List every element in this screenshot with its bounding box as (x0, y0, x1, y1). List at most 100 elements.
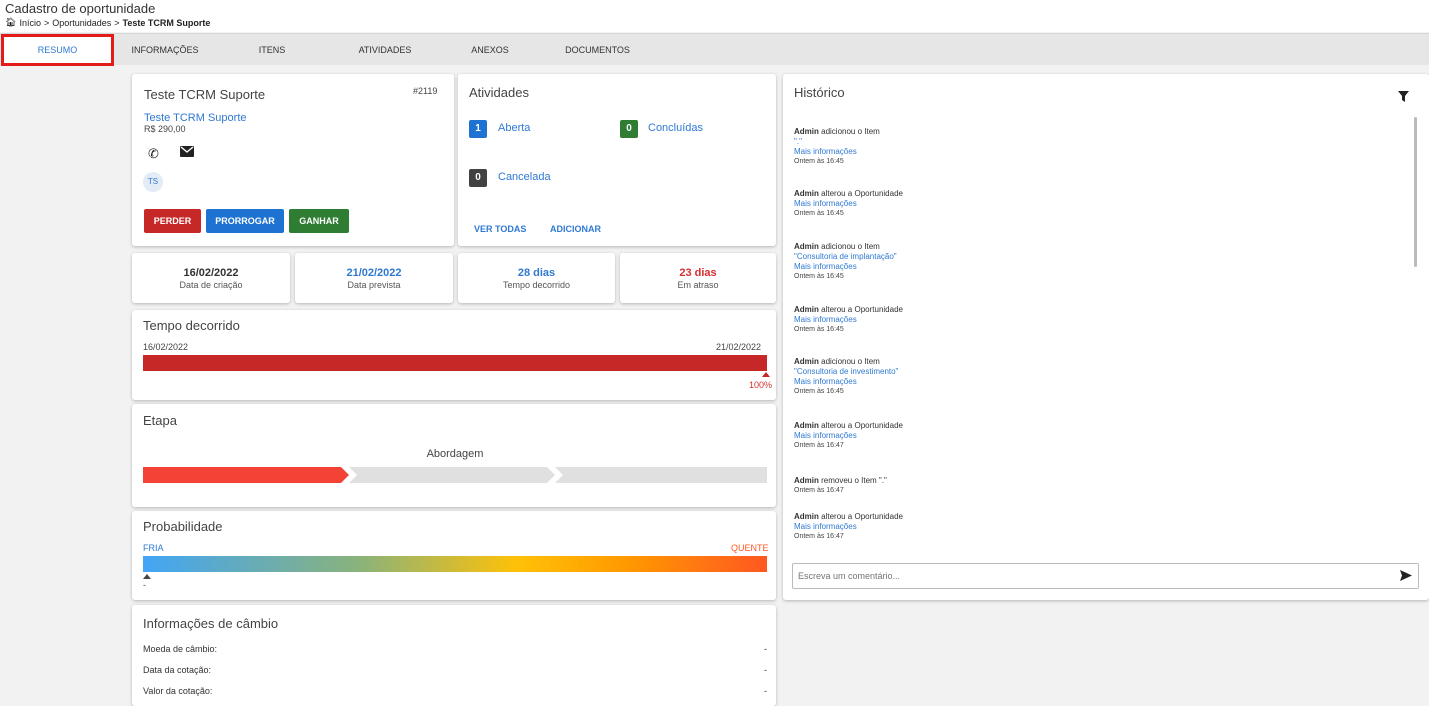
history-author: Admin (794, 127, 819, 136)
more-info-link[interactable]: Mais informações (794, 315, 1394, 325)
history-time: Ontem às 16:45 (794, 210, 844, 217)
extend-button[interactable]: PRORROGAR (206, 209, 284, 233)
history-author: Admin (794, 189, 819, 198)
stat-value: 23 dias (679, 267, 717, 279)
tab-informacoes[interactable]: INFORMAÇÕES (120, 34, 210, 66)
breadcrumb: 🏠︎ Início > Oportunidades > Teste TCRM S… (5, 17, 210, 28)
history-time: Ontem às 16:45 (794, 388, 844, 395)
stat-value: 21/02/2022 (346, 267, 402, 279)
history-entry: Admin alterou a Oportunidade Mais inform… (794, 305, 1394, 335)
history-author: Admin (794, 421, 819, 430)
tab-itens[interactable]: ITENS (240, 34, 304, 66)
exchange-row: Moeda de câmbio: - (143, 644, 767, 654)
comment-input[interactable] (792, 563, 1419, 589)
breadcrumb-current: Teste TCRM Suporte (122, 17, 211, 28)
breadcrumb-home[interactable]: Início (19, 18, 41, 28)
open-activities-link[interactable]: Aberta (498, 122, 530, 134)
stage-step-2[interactable] (349, 467, 555, 483)
tab-resumo[interactable]: RESUMO (1, 34, 114, 66)
stage-step-3[interactable] (555, 467, 767, 483)
progress-marker-icon (762, 372, 770, 377)
exchange-row: Data da cotação: - (143, 665, 767, 675)
history-action: removeu o Item "." (821, 476, 887, 485)
page-header: Cadastro de oportunidade 🏠︎ Início > Opo… (0, 0, 1429, 32)
history-entry: Admin adicionou o Item "Consultoria de i… (794, 357, 1394, 397)
history-author: Admin (794, 357, 819, 366)
probability-title: Probabilidade (143, 519, 223, 534)
stage-step-1[interactable] (143, 467, 349, 483)
activities-title: Atividades (469, 85, 529, 100)
history-entry: Admin alterou a Oportunidade Mais inform… (794, 512, 1394, 542)
elapsed-percent: 100% (749, 380, 773, 390)
send-icon[interactable] (1400, 570, 1412, 584)
chevron-right-icon: > (114, 17, 120, 28)
more-info-link[interactable]: Mais informações (794, 147, 1394, 157)
avatar: TS (143, 172, 163, 192)
stat-value: 28 dias (517, 267, 556, 279)
cancelled-activities-link[interactable]: Cancelada (498, 171, 551, 183)
elapsed-start-date: 16/02/2022 (143, 342, 189, 352)
more-info-link[interactable]: Mais informações (794, 377, 1394, 387)
history-time: Ontem às 16:45 (794, 273, 844, 280)
probability-gradient-bar (143, 556, 767, 572)
win-button[interactable]: GANHAR (289, 209, 349, 233)
elapsed-end-date: 21/02/2022 (716, 342, 762, 352)
stat-label: Tempo decorrido (502, 280, 571, 290)
stat-value: 16/02/2022 (183, 267, 239, 279)
tab-documentos[interactable]: DOCUMENTOS (550, 34, 645, 66)
history-entry: Admin alterou a Oportunidade Mais inform… (794, 421, 1394, 451)
history-action: alterou a Oportunidade (821, 421, 903, 430)
exchange-row: Valor da cotação: - (143, 686, 767, 696)
probability-high-label: QUENTE (731, 543, 769, 553)
more-info-link[interactable]: Mais informações (794, 262, 1394, 272)
history-entry: Admin adicionou o Item "Consultoria de i… (794, 242, 1394, 282)
history-author: Admin (794, 305, 819, 314)
more-info-link[interactable]: Mais informações (794, 199, 1394, 209)
history-time: Ontem às 16:47 (794, 442, 844, 449)
opportunity-title: Teste TCRM Suporte (144, 87, 266, 102)
probability-low-label: FRIA (143, 543, 164, 553)
filter-icon[interactable] (1398, 91, 1409, 105)
tab-atividades[interactable]: ATIVIDADES (340, 34, 430, 66)
email-icon[interactable] (180, 146, 194, 160)
history-action: alterou a Oportunidade (821, 305, 903, 314)
breadcrumb-opportunities[interactable]: Oportunidades (52, 18, 111, 28)
phone-icon[interactable]: ✆ (148, 146, 159, 162)
probability-marker-icon (143, 574, 151, 579)
elapsed-progress-fill (143, 355, 767, 371)
more-info-link[interactable]: Mais informações (794, 522, 1394, 532)
history-item-link[interactable]: "Consultoria de implantação" (794, 252, 1394, 262)
view-all-button[interactable]: VER TODAS (474, 224, 526, 234)
done-activities-link[interactable]: Concluídas (648, 122, 703, 134)
lose-button[interactable]: PERDER (144, 209, 201, 233)
history-action: adicionou o Item (821, 242, 880, 251)
stat-elapsed: 28 dias Tempo decorrido (458, 253, 615, 303)
page-title: Cadastro de oportunidade (5, 1, 156, 16)
stat-label: Em atraso (677, 280, 719, 290)
stat-created: 16/02/2022 Data de criação (132, 253, 290, 303)
exchange-label: Data da cotação: (143, 665, 212, 675)
open-count-badge: 1 (469, 120, 487, 138)
probability-value: - (143, 580, 146, 590)
stat-label: Data de criação (179, 280, 243, 290)
history-time: Ontem às 16:45 (794, 158, 844, 165)
chevron-right-icon: > (43, 17, 50, 28)
history-scrollbar[interactable] (1414, 117, 1417, 267)
history-item-link[interactable]: "Consultoria de investimento" (794, 367, 1394, 377)
home-icon[interactable]: 🏠︎ (5, 17, 16, 28)
done-count-badge: 0 (620, 120, 638, 138)
elapsed-progress-track (143, 355, 767, 371)
history-author: Admin (794, 476, 819, 485)
opportunity-id: #2119 (413, 86, 438, 96)
tab-anexos[interactable]: ANEXOS (458, 34, 522, 66)
add-activity-button[interactable]: ADICIONAR (550, 224, 601, 234)
opportunity-link[interactable]: Teste TCRM Suporte (144, 112, 247, 124)
stage-current: Abordagem (426, 448, 484, 460)
history-time: Ontem às 16:45 (794, 326, 844, 333)
history-item-link[interactable]: "." (794, 137, 1394, 147)
stat-label: Data prevista (347, 280, 401, 290)
exchange-label: Valor da cotação: (143, 686, 213, 696)
opportunity-amount: R$ 290,00 (144, 124, 186, 134)
more-info-link[interactable]: Mais informações (794, 431, 1394, 441)
stat-overdue: 23 dias Em atraso (620, 253, 776, 303)
